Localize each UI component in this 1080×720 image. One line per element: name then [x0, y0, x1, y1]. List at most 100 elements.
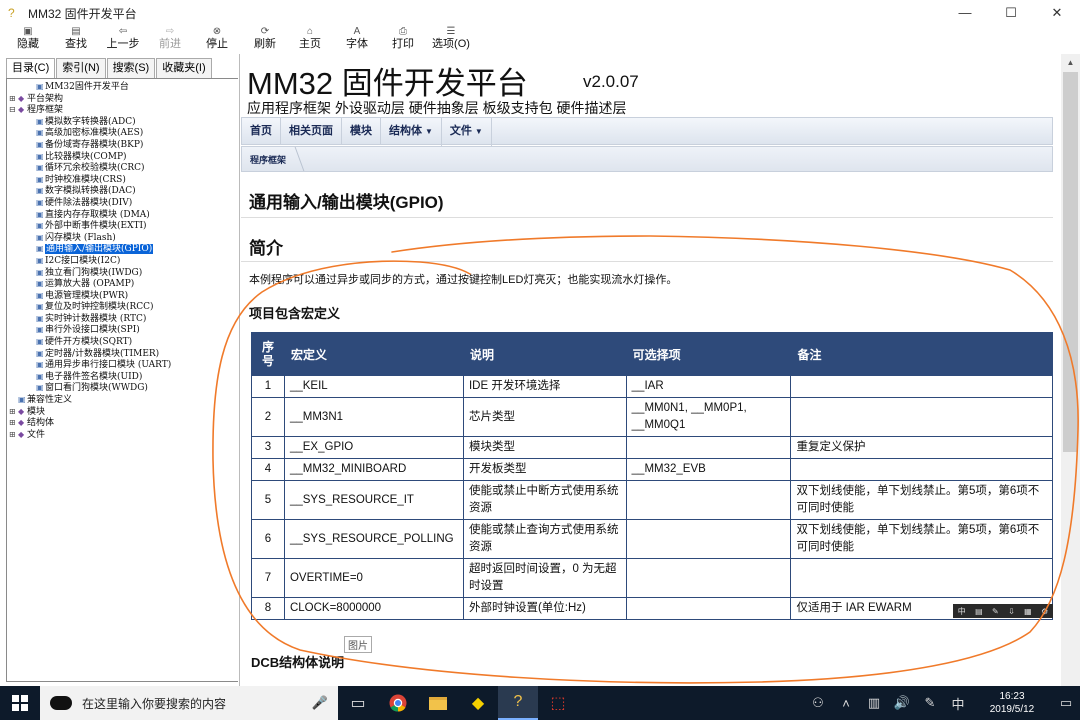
tree-item[interactable]: ▣硬件开方模块(SQRT): [7, 336, 238, 348]
breadcrumb-item[interactable]: 程序框架: [250, 153, 286, 166]
tree-item[interactable]: ▣串行外设接口模块(SPI): [7, 324, 238, 336]
tree-item[interactable]: ▣运算放大器 (OPAMP): [7, 278, 238, 290]
file-explorer-icon[interactable]: [418, 686, 458, 720]
cell-options: [625, 558, 792, 598]
tree-item[interactable]: ▣比较器模块(COMP): [7, 151, 238, 163]
tree-item[interactable]: ⊟ ◆ 程序框架: [7, 104, 238, 116]
tree-item[interactable]: ▣硬件除法器模块(DIV): [7, 197, 238, 209]
tree-item[interactable]: ⊞ ◆ 文件: [7, 429, 238, 441]
refresh-button[interactable]: ⟳ 刷新: [244, 26, 286, 54]
forward-button[interactable]: ⇨ 前进: [150, 26, 190, 54]
expand-icon[interactable]: ⊞: [9, 93, 18, 105]
tree-item[interactable]: ▣模拟数字转换器(ADC): [7, 116, 238, 128]
tree-item[interactable]: ▣ 通用输入/输出模块(GPIO): [7, 243, 238, 255]
taskbar: 在这里输入你要搜索的内容 🎤 ▭ ◆ ? ⬚ ⚇ ˄ ▥ 🔊 ✎ 中 16:23…: [0, 686, 1080, 720]
pdf-icon[interactable]: ⬚: [538, 686, 578, 720]
tree-item[interactable]: ▣窗口看门狗模块(WWDG): [7, 382, 238, 394]
nav-modules[interactable]: 模块: [342, 117, 381, 145]
font-button[interactable]: A 字体: [334, 26, 380, 54]
back-button[interactable]: ⇦ 上一步: [96, 26, 150, 54]
mini-toolbar-icon[interactable]: ⚙: [1041, 607, 1048, 616]
volume-icon[interactable]: 🔊: [888, 695, 916, 711]
tree-item[interactable]: ▣高级加密标准模块(AES): [7, 127, 238, 139]
tree-item[interactable]: ▣闪存模块 (Flash): [7, 232, 238, 244]
nav-tabs: 目录(C) 索引(N) 搜索(S) 收藏夹(I): [0, 58, 239, 80]
mini-toolbar-icon[interactable]: ✎: [992, 607, 999, 616]
font-icon: A: [353, 26, 361, 37]
print-button[interactable]: ⎙ 打印: [380, 26, 426, 54]
find-button[interactable]: ▤ 查找: [56, 26, 96, 54]
tree-item[interactable]: ⊞ ◆ 平台架构: [7, 93, 238, 105]
tree-item[interactable]: ▣独立看门狗模块(IWDG): [7, 267, 238, 279]
tree-item[interactable]: ▣直接内存存取模块 (DMA): [7, 209, 238, 221]
column-header-description: 说明: [462, 332, 627, 376]
nav-structs[interactable]: 结构体 ▼: [381, 116, 442, 146]
tree-item[interactable]: ▣复位及时钟控制模块(RCC): [7, 301, 238, 313]
mini-toolbar-icon[interactable]: ⇩: [1008, 607, 1015, 616]
table-row: 4 __MM32_MINIBOARD 开发板类型 __MM32_EVB: [251, 458, 1053, 481]
tree-item[interactable]: ⊞ ◆ 结构体: [7, 417, 238, 429]
tree-item[interactable]: ▣I2C接口模块(I2C): [7, 255, 238, 267]
mini-toolbar-icon[interactable]: ▦: [1024, 607, 1032, 616]
tree-item[interactable]: ▣通用异步串行接口模块 (UART): [7, 359, 238, 371]
tree-item[interactable]: ▣定时器/计数器模块(TIMER): [7, 348, 238, 360]
contents-tree: ▣MM32固件开发平台 ⊞ ◆ 平台架构 ⊟ ◆ 程序框架 ▣模拟数字转换器(ADC) ▣高级加…: [6, 78, 238, 682]
people-icon[interactable]: ⚇: [804, 695, 832, 711]
tree-item[interactable]: ▣电源管理模块(PWR): [7, 290, 238, 302]
tab-search[interactable]: 搜索(S): [106, 58, 156, 78]
tree-item-label: 硬件开方模块(SQRT): [45, 337, 133, 348]
maximize-button[interactable]: ☐: [988, 0, 1034, 26]
help-app-icon[interactable]: ?: [498, 686, 538, 720]
tree-item[interactable]: ▣电子器件签名模块(UID): [7, 371, 238, 383]
start-button[interactable]: [0, 686, 40, 720]
minimize-button[interactable]: —: [942, 0, 988, 26]
tab-contents[interactable]: 目录(C): [6, 58, 56, 78]
nav-related-pages[interactable]: 相关页面: [281, 117, 342, 145]
tree-item[interactable]: ⊞ ◆ 模块: [7, 406, 238, 418]
input-method-icon[interactable]: 中: [944, 694, 972, 713]
cell-options: [625, 519, 792, 559]
mini-toolbar-icon[interactable]: ▤: [975, 607, 983, 616]
tree-item[interactable]: ▣兼容性定义: [7, 394, 238, 406]
stop-button[interactable]: ⊗ 停止: [190, 26, 244, 54]
options-button[interactable]: ☰ 选项(O): [426, 26, 476, 54]
chrome-icon[interactable]: [378, 686, 418, 720]
taskbar-search[interactable]: 在这里输入你要搜索的内容 🎤: [40, 686, 338, 720]
pen-icon[interactable]: ✎: [916, 695, 944, 711]
scroll-up-icon[interactable]: ▲: [1061, 54, 1080, 71]
document-icon: ▣: [36, 174, 44, 184]
home-button[interactable]: ⌂ 主页: [286, 26, 334, 54]
network-icon[interactable]: ▥: [860, 695, 888, 711]
expand-icon[interactable]: ⊞: [9, 406, 18, 418]
tab-index[interactable]: 索引(N): [56, 58, 106, 78]
window-title: MM32 固件开发平台: [28, 6, 137, 21]
tree-item[interactable]: ▣时钟校准模块(CRS): [7, 174, 238, 186]
tree-item[interactable]: ▣外部中断事件模块(EXTI): [7, 220, 238, 232]
tree-item[interactable]: ▣实时钟计数器模块 (RTC): [7, 313, 238, 325]
cell-description: 超时返回时间设置，0 为无超时设置: [462, 558, 627, 598]
task-view-icon[interactable]: ▭: [338, 686, 378, 720]
version-label: v2.0.07: [583, 72, 639, 91]
vertical-scrollbar[interactable]: ▲: [1061, 54, 1080, 686]
notification-icon[interactable]: ▭: [1052, 695, 1080, 711]
collapse-icon[interactable]: ⊟: [9, 104, 18, 116]
document-icon: ▣: [36, 139, 44, 149]
tree-item[interactable]: ▣MM32固件开发平台: [7, 81, 238, 93]
nav-files[interactable]: 文件 ▼: [442, 116, 492, 146]
mini-toolbar-icon[interactable]: 中: [958, 606, 966, 617]
microphone-icon[interactable]: 🎤: [312, 695, 328, 711]
expand-icon[interactable]: ⊞: [9, 429, 18, 441]
scrollbar-thumb[interactable]: [1063, 72, 1078, 452]
tree-item[interactable]: ▣备份域寄存器模块(BKP): [7, 139, 238, 151]
show-hidden-icons-icon[interactable]: ˄: [832, 696, 860, 711]
taskbar-clock[interactable]: 16:23 2019/5/12: [972, 690, 1052, 716]
tab-favorites[interactable]: 收藏夹(I): [156, 58, 212, 78]
expand-icon[interactable]: ⊞: [9, 417, 18, 429]
app-icon[interactable]: ◆: [458, 686, 498, 720]
tree-item[interactable]: ▣数字模拟转换器(DAC): [7, 185, 238, 197]
hide-button[interactable]: ▣ 隐藏: [0, 26, 56, 54]
close-button[interactable]: ✕: [1034, 0, 1080, 26]
nav-home[interactable]: 首页: [242, 117, 281, 145]
tree-item[interactable]: ▣循环冗余校验模块(CRC): [7, 162, 238, 174]
tree-item-label: 平台架构: [27, 93, 64, 104]
